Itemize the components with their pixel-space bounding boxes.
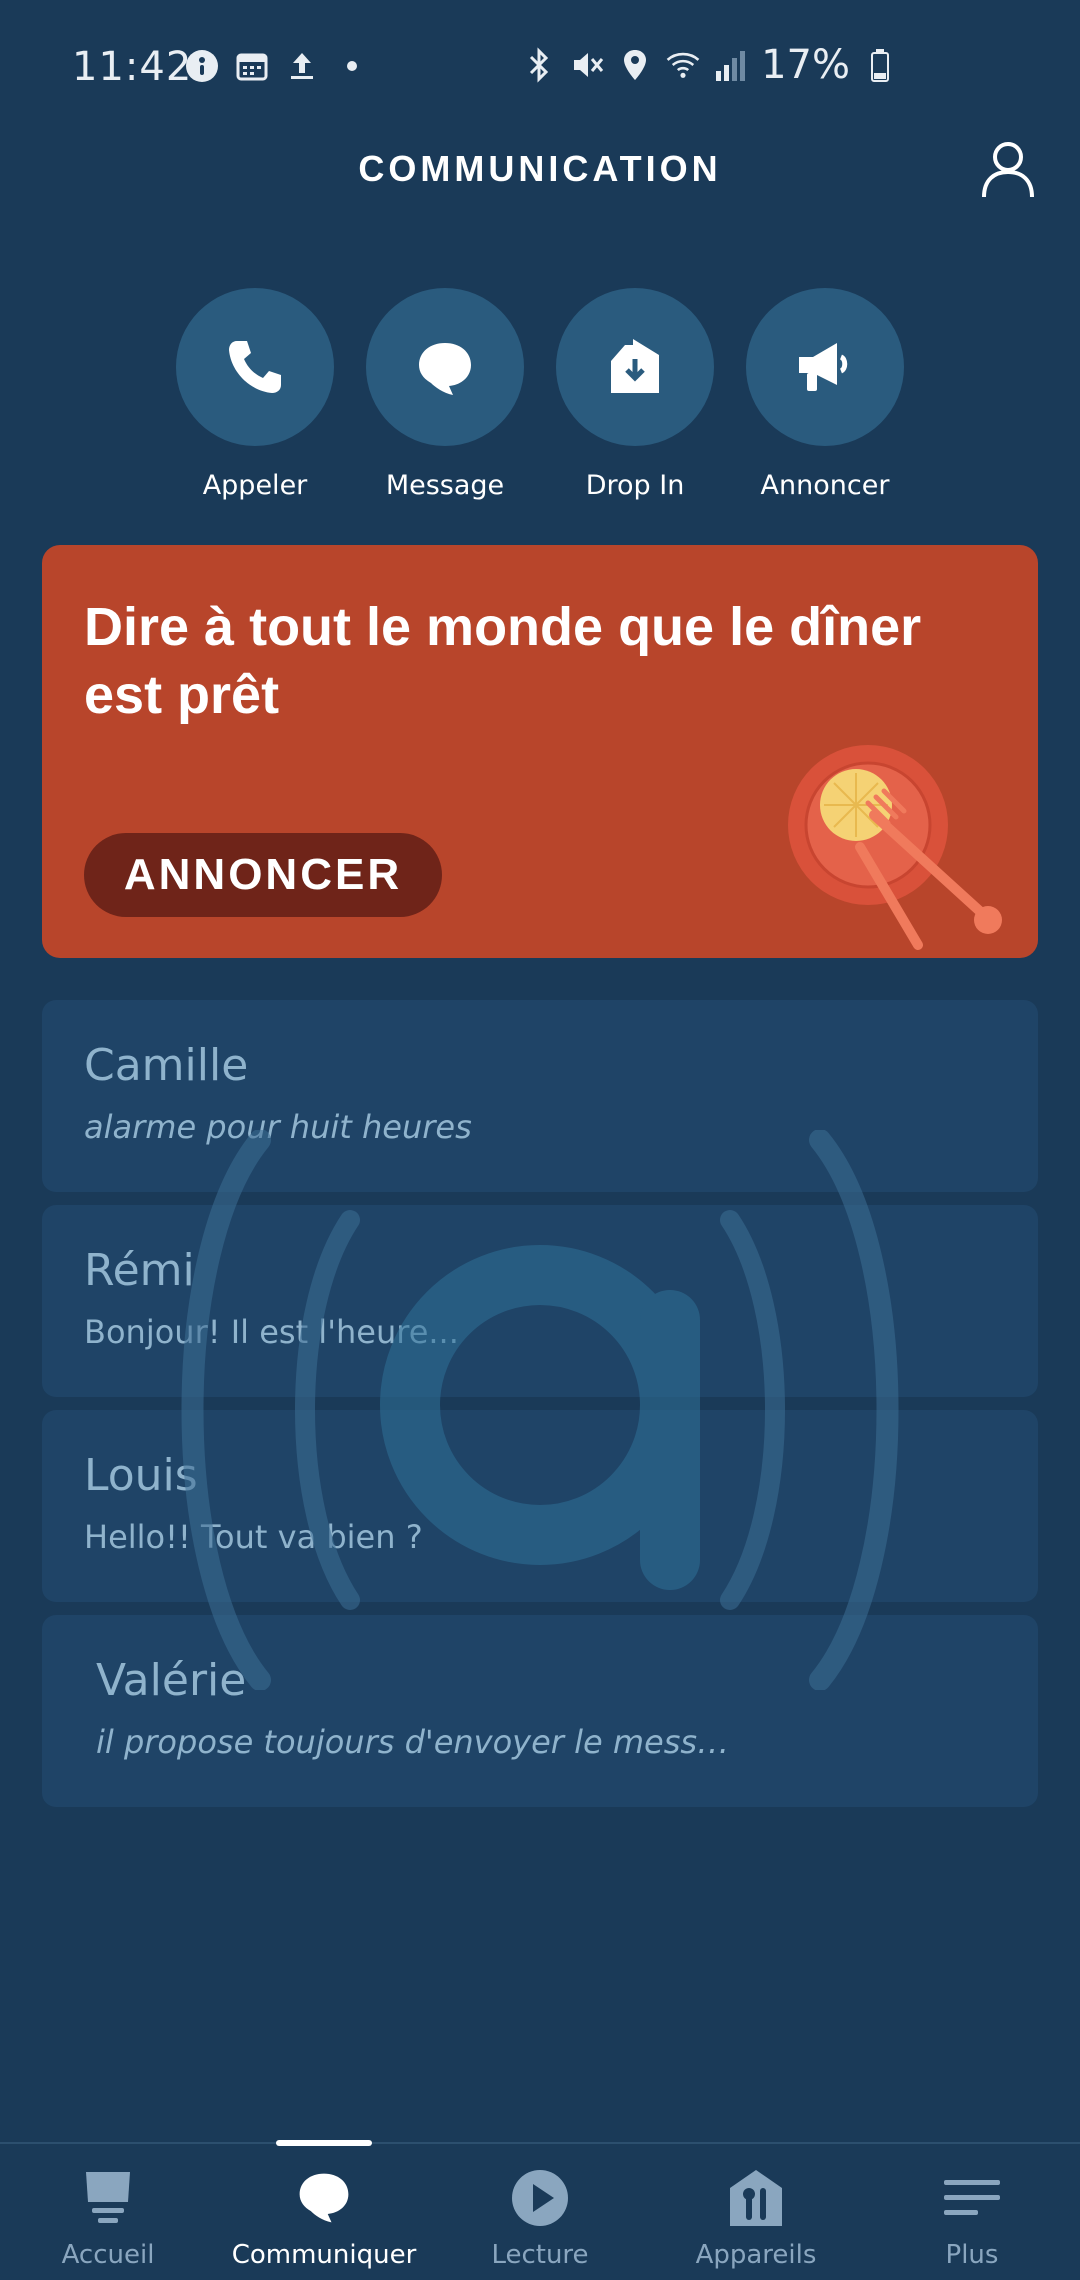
bluetooth-icon — [521, 47, 557, 83]
nav-communicate[interactable]: Communiquer — [216, 2144, 432, 2280]
status-left-icons — [184, 48, 370, 84]
nav-label: Appareils — [695, 2240, 817, 2270]
call-label: Appeler — [202, 470, 308, 501]
phone-icon — [229, 341, 281, 393]
nav-home[interactable]: Accueil — [0, 2144, 216, 2280]
announce-promo-card[interactable]: Dire à tout le monde que le dîner est pr… — [42, 545, 1038, 958]
battery-percent: 17% — [761, 42, 850, 88]
nav-label: Lecture — [491, 2240, 589, 2270]
nav-label: Plus — [945, 2240, 999, 2270]
promo-title: Dire à tout le monde que le dîner est pr… — [84, 597, 922, 725]
nav-more[interactable]: Plus — [864, 2144, 1080, 2280]
drop-in-action[interactable]: Drop In — [556, 288, 714, 501]
drop-in-button[interactable] — [556, 288, 714, 446]
profile-button[interactable] — [976, 138, 1040, 202]
nav-play[interactable]: Lecture — [432, 2144, 648, 2280]
chat-bubble-icon — [419, 343, 471, 395]
conversation-list: Camille alarme pour huit heures Rémi Bon… — [42, 1000, 1038, 1820]
chat-bubble-icon — [292, 2166, 356, 2230]
bottom-nav: Accueil Communiquer Lecture Appareils Pl… — [0, 2140, 1080, 2280]
calendar-icon — [234, 48, 270, 84]
call-action[interactable]: Appeler — [176, 288, 334, 501]
location-icon — [617, 47, 653, 83]
call-button[interactable] — [176, 288, 334, 446]
announce-label: Annoncer — [760, 470, 890, 501]
page-title: COMMUNICATION — [358, 148, 722, 189]
message-label: Message — [385, 470, 505, 501]
contact-name: Rémi — [84, 1245, 195, 1296]
devices-icon — [724, 2166, 788, 2230]
signal-icon — [713, 47, 749, 83]
contact-last-message: il propose toujours d'envoyer le mess… — [96, 1723, 730, 1761]
play-icon — [508, 2166, 572, 2230]
screen: 11:42 17% COMMUNICATION Appeler Message … — [0, 0, 1080, 2280]
conversation-item[interactable]: Valérie il propose toujours d'envoyer le… — [42, 1615, 1038, 1807]
battery-icon — [862, 47, 898, 83]
upload-icon — [284, 48, 320, 84]
dinner-plate-illustration — [788, 745, 1002, 950]
message-button[interactable] — [366, 288, 524, 446]
megaphone-icon — [799, 343, 848, 391]
conversation-item[interactable]: Louis Hello!! Tout va bien ? — [42, 1410, 1038, 1602]
status-time: 11:42 — [72, 44, 193, 90]
status-right: 17% — [521, 42, 898, 88]
status-bar: 11:42 17% — [0, 0, 1080, 136]
contact-name: Camille — [84, 1040, 249, 1091]
dot-icon — [334, 48, 370, 84]
nav-devices[interactable]: Appareils — [648, 2144, 864, 2280]
contact-last-message: Bonjour! Il est l'heure... — [84, 1313, 459, 1351]
contact-last-message: alarme pour huit heures — [84, 1108, 472, 1146]
announce-button[interactable] — [746, 288, 904, 446]
message-action[interactable]: Message — [366, 288, 524, 501]
home-icon — [76, 2166, 140, 2230]
wifi-icon — [665, 47, 701, 83]
quick-actions: Appeler Message Drop In Annoncer — [0, 288, 1080, 501]
conversation-item[interactable]: Camille alarme pour huit heures — [42, 1000, 1038, 1192]
menu-icon — [940, 2166, 1004, 2230]
nav-label: Communiquer — [231, 2240, 417, 2270]
drop-in-icon — [611, 339, 659, 393]
drop-in-label: Drop In — [585, 470, 685, 501]
person-icon — [982, 142, 1034, 198]
active-tab-indicator — [276, 2140, 372, 2146]
mute-icon — [569, 47, 605, 83]
contact-last-message: Hello!! Tout va bien ? — [84, 1518, 423, 1556]
conversation-item[interactable]: Rémi Bonjour! Il est l'heure... — [42, 1205, 1038, 1397]
whatsapp-icon — [184, 48, 220, 84]
announce-action[interactable]: Annoncer — [746, 288, 904, 501]
contact-name: Valérie — [96, 1655, 247, 1706]
announce-promo-button[interactable]: ANNONCER — [84, 833, 442, 917]
contact-name: Louis — [84, 1450, 198, 1501]
nav-label: Accueil — [61, 2240, 155, 2270]
